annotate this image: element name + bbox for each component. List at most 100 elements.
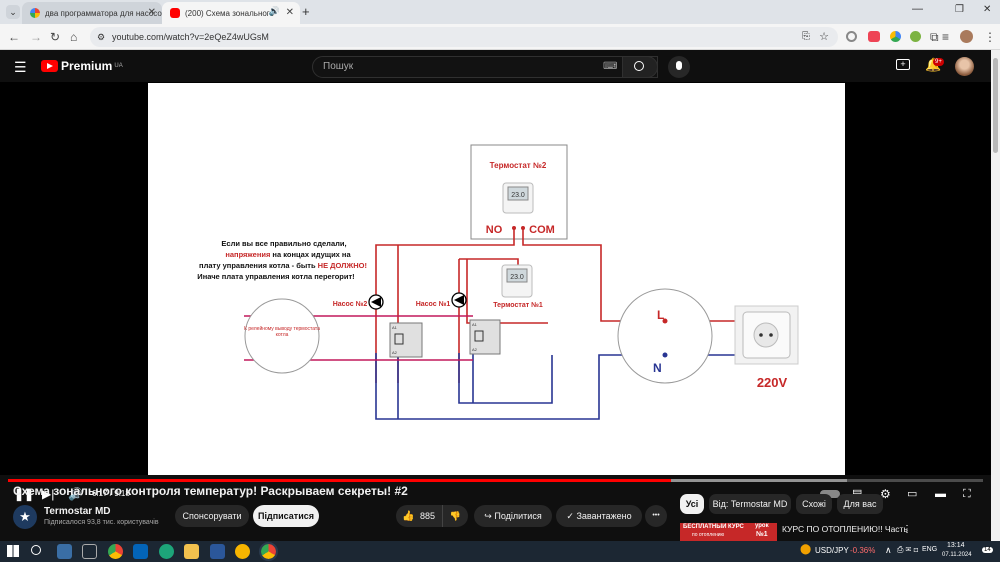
address-bar[interactable]: ⚙ youtube.com/watch?v=2eQeZ4wUGsM ⎘ ☆	[90, 27, 838, 47]
minimize-icon[interactable]: —	[912, 3, 923, 15]
video-frame[interactable]: 23.0 Термостат №2 NO COM К релейному выв…	[148, 83, 845, 475]
pump-1-icon	[451, 292, 467, 308]
home-icon[interactable]: ⌂	[70, 29, 77, 45]
back-icon[interactable]: ←	[8, 29, 20, 45]
menu-dots-icon[interactable]: ⋮	[984, 29, 996, 45]
com-terminal-label: COM	[529, 224, 555, 236]
share-button[interactable]: ↪ Поділитися	[474, 505, 552, 527]
extensions-puzzle-icon[interactable]: ⧉	[930, 29, 939, 45]
weather-app-icon[interactable]	[235, 544, 250, 559]
thermostat-2-label: Термостат №2	[490, 161, 547, 170]
thumb-line-2: по отоплению	[692, 532, 725, 538]
media-control-icon[interactable]: ≡	[942, 29, 949, 45]
search-icon	[634, 61, 644, 71]
progress-played	[8, 479, 671, 482]
voice-search-button[interactable]	[668, 56, 690, 78]
close-tab-icon[interactable]: ✕	[286, 7, 294, 18]
bookmark-star-icon[interactable]: ☆	[819, 27, 829, 47]
page-scrollbar[interactable]	[991, 50, 1000, 542]
fullscreen-icon[interactable]: ⛶	[963, 485, 971, 503]
tray-icons[interactable]: ⎙ ✉ ⊡	[897, 545, 918, 555]
thumb-badge-2: №1	[756, 531, 768, 538]
reload-icon[interactable]: ↻	[50, 29, 60, 45]
note-line-2-rest: на концах идущих на	[270, 250, 351, 259]
pump-1-label: Насос №1	[416, 300, 451, 308]
extension-icon[interactable]	[910, 31, 921, 42]
forward-icon[interactable]: →	[30, 29, 42, 45]
hamburger-menu-icon[interactable]: ☰	[14, 59, 27, 76]
site-info-icon[interactable]: ⚙	[97, 27, 105, 47]
relay-1-a1: A1	[472, 322, 478, 327]
close-tab-icon[interactable]: ✕	[148, 7, 156, 18]
file-explorer-icon[interactable]	[184, 544, 199, 559]
theater-mode-icon[interactable]: ▬	[935, 485, 946, 503]
miniplayer-icon[interactable]: ▭	[907, 485, 917, 503]
note-line-2-highlight: напряжения	[225, 250, 270, 259]
wiring-diagram: 23.0 Термостат №2 NO COM К релейному выв…	[197, 144, 799, 420]
new-tab-button[interactable]: +	[302, 4, 310, 19]
install-icon[interactable]: ⎘	[802, 27, 810, 47]
clock-date[interactable]: 07.11.2024	[942, 552, 972, 558]
subscribe-button[interactable]: Підписатися	[253, 505, 319, 527]
related-video-title[interactable]: КУРС ПО ОТОПЛЕНИЮ!! Часть	[782, 524, 908, 534]
create-video-icon[interactable]: +	[896, 59, 910, 70]
subscriber-count: Підписалося 93,8 тис. користувачів	[44, 519, 159, 526]
thumb-badge-1: урок	[755, 523, 769, 529]
dislike-button[interactable]: 👎	[442, 505, 468, 527]
task-view-icon[interactable]	[82, 544, 97, 559]
sponsor-button[interactable]: Спонсорувати	[175, 505, 249, 527]
chrome-taskbar-icon[interactable]	[108, 544, 123, 559]
related-more-icon[interactable]: ⋮	[902, 524, 912, 535]
youtube-logo[interactable]: Premium UA	[41, 59, 123, 73]
related-video-thumbnail[interactable]: БЕСПЛАТНЫЙ КУРС по отоплению урок №1	[680, 523, 777, 541]
clock-time[interactable]: 13:14	[947, 542, 965, 549]
extension-icon[interactable]	[868, 31, 880, 42]
windows-start-icon[interactable]	[7, 545, 19, 557]
tray-up-icon[interactable]: ∧	[885, 545, 892, 556]
outlook-icon[interactable]	[133, 544, 148, 559]
relay-2-a2: A2	[392, 350, 398, 355]
taskbar-search-icon[interactable]	[31, 545, 41, 555]
widgets-icon[interactable]	[57, 544, 72, 559]
notification-count[interactable]: 14	[982, 547, 993, 553]
like-button[interactable]: 👍 885	[396, 505, 442, 527]
download-button[interactable]: ✓ Завантажено	[556, 505, 642, 527]
neutral-n-label: N	[653, 361, 662, 375]
tab-title: два программатора для насосов	[45, 8, 162, 18]
edge-icon[interactable]	[159, 544, 174, 559]
search-input[interactable]: Пошук ⌨	[312, 56, 658, 78]
more-actions-button[interactable]: •••	[645, 505, 667, 527]
restore-icon[interactable]: ❐	[955, 4, 964, 15]
chip-for-you[interactable]: Для вас	[837, 494, 883, 514]
tab-youtube-video[interactable]: (200) Схема зонального конт 🔊 ✕	[162, 2, 300, 24]
extension-icon[interactable]	[890, 31, 901, 42]
boiler-relay-label: К релейному выводу термостата котла	[244, 326, 320, 338]
keyboard-icon[interactable]: ⌨	[603, 57, 617, 77]
thumbs-down-icon: 👎	[449, 511, 462, 521]
svg-text:плату управления котла - быть: плату управления котла - быть НЕ ДОЛЖНО!	[199, 261, 367, 270]
chip-related[interactable]: Схожі	[796, 494, 832, 514]
chip-from-channel[interactable]: Від: Termostar MD	[709, 494, 791, 514]
scrollbar-thumb[interactable]	[993, 58, 998, 153]
ticker-symbol[interactable]: USD/JPY	[815, 546, 849, 555]
channel-avatar[interactable]: ★	[13, 505, 37, 529]
tab-google-search[interactable]: два программатора для насосов ✕	[22, 2, 162, 24]
search-button[interactable]	[622, 56, 658, 78]
video-player[interactable]: 23.0 Термостат №2 NO COM К релейному выв…	[0, 82, 991, 501]
progress-bar[interactable]	[8, 479, 983, 482]
chrome-active-icon[interactable]	[259, 542, 278, 561]
speaker-icon[interactable]: 🔊	[269, 6, 280, 17]
extension-icon[interactable]	[846, 31, 857, 42]
youtube-play-icon	[41, 60, 58, 72]
thermostat-1-label: Термостат №1	[493, 301, 543, 309]
close-window-icon[interactable]: ✕	[983, 4, 991, 15]
relay-2-a1: A1	[392, 325, 398, 330]
google-icon	[30, 8, 40, 18]
word-icon[interactable]	[210, 544, 225, 559]
language-indicator[interactable]: ENG	[922, 546, 937, 553]
channel-name[interactable]: Termostar MD	[44, 506, 111, 517]
chip-all[interactable]: Усі	[680, 494, 704, 514]
tab-search-icon[interactable]: ⌄	[6, 5, 20, 19]
profile-avatar[interactable]	[960, 30, 973, 43]
account-avatar[interactable]	[955, 57, 974, 76]
